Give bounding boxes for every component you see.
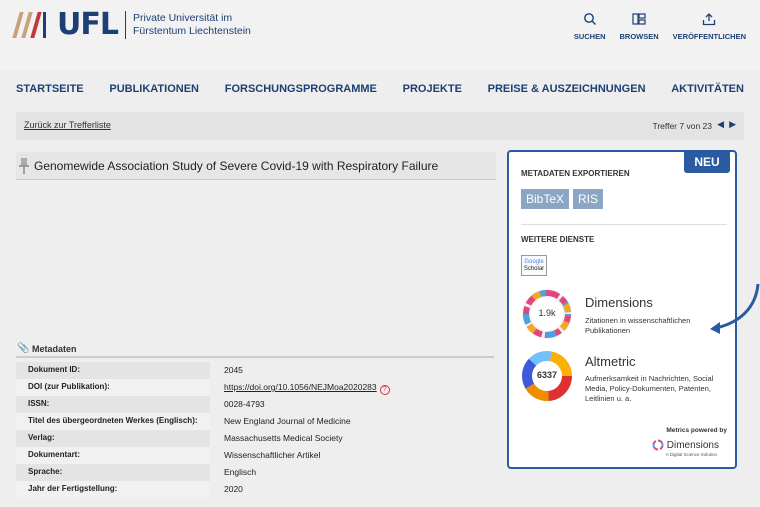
table-row: Sprache: Englisch [16, 464, 494, 481]
university-line2: Fürstentum Liechtenstein [132, 25, 251, 37]
pin-icon [19, 158, 29, 174]
back-to-results-link[interactable]: Zurück zur Trefferliste [24, 120, 111, 130]
dimensions-badge[interactable]: 1.9k [521, 288, 573, 340]
search-label: SUCHEN [573, 32, 606, 41]
logo-slash [43, 12, 46, 38]
ufl-logo[interactable]: UFL Private Universität im Fürstentum Li… [12, 7, 251, 42]
nav-projekte[interactable]: PROJEKTE [403, 80, 462, 98]
document-title: Genomewide Association Study of Severe C… [34, 159, 439, 173]
university-line1: Private Universität im [132, 12, 233, 24]
table-row: Verlag: Massachusetts Medical Society [16, 430, 494, 447]
metadata-key: Sprache: [16, 464, 210, 481]
divider [521, 224, 727, 225]
altmetric-badge[interactable]: 6337 [521, 350, 573, 402]
powered-by-label: Metrics powered by [666, 427, 727, 434]
table-row: Dokumentart: Wissenschaftlicher Artikel [16, 447, 494, 464]
dimensions-logo[interactable]: Dimensions A Digital Science Solution [652, 439, 719, 457]
metadata-heading: 📎 Metadaten [16, 342, 494, 358]
university-name: Private Universität im Fürstentum Liecht… [133, 12, 251, 38]
publish-label: VERÖFFENTLICHEN [672, 32, 746, 41]
table-row: Dokument ID: 2045 [16, 362, 494, 379]
nav-preise[interactable]: PREISE & AUSZEICHNUNGEN [488, 80, 646, 98]
paperclip-icon: 📎 [17, 343, 30, 354]
top-actions: SUCHEN BROWSEN VERÖFFENTLICHEN [574, 12, 746, 41]
metadata-key: ISSN: [16, 396, 210, 413]
new-badge: NEU [684, 151, 730, 173]
browse-icon [632, 13, 646, 25]
table-row: ISSN: 0028-4793 [16, 396, 494, 413]
table-row: Titel des übergeordneten Werkes (Englisc… [16, 413, 494, 430]
ris-button[interactable]: RIS [573, 189, 603, 209]
dimensions-title: Dimensions [585, 295, 653, 310]
upload-icon [703, 13, 716, 26]
metadata-value: https://doi.org/10.1056/NEJMoa2020283? [210, 379, 494, 396]
site-header: UFL Private Universität im Fürstentum Li… [0, 0, 760, 70]
metadata-key: DOI (zur Publikation): [16, 379, 210, 396]
metadata-value: Massachusetts Medical Society [224, 433, 343, 443]
nav-aktivitaeten[interactable]: AKTIVITÄTEN [671, 80, 744, 98]
search-icon [583, 13, 596, 25]
altmetric-title: Altmetric [585, 354, 636, 369]
callout-arrow-icon [710, 283, 760, 334]
prev-result-arrow[interactable]: ◀ [717, 119, 724, 130]
export-heading: METADATEN EXPORTIEREN [521, 169, 630, 178]
main-navigation: STARTSEITE PUBLIKATIONEN FORSCHUNGSPROGR… [0, 80, 760, 98]
logo-divider [124, 11, 126, 39]
metadata-heading-label: Metadaten [32, 344, 77, 354]
altmetric-score: 6337 [536, 370, 558, 380]
scholar-logo-line2: Scholar [523, 266, 545, 272]
table-row: Jahr der Fertigstellung: 2020 [16, 481, 494, 498]
dimensions-logo-icon [652, 439, 664, 451]
hit-counter: Treffer 7 von 23 [652, 121, 712, 131]
nav-startseite[interactable]: STARTSEITE [16, 80, 84, 98]
metadata-key: Jahr der Fertigstellung: [16, 481, 210, 498]
result-navigation-bar: Zurück zur Trefferliste Treffer 7 von 23… [16, 112, 744, 140]
nav-publikationen[interactable]: PUBLIKATIONEN [109, 80, 199, 98]
metadata-value: 2020 [224, 484, 243, 494]
google-scholar-button[interactable]: Google Scholar [521, 255, 547, 276]
metadata-key: Verlag: [16, 430, 210, 447]
document-title-bar: Genomewide Association Study of Severe C… [16, 152, 496, 180]
publish-button[interactable]: VERÖFFENTLICHEN [673, 12, 746, 41]
scholar-logo-line1: Google [524, 259, 544, 265]
browse-button[interactable]: BROWSEN [619, 12, 659, 41]
dimensions-count: 1.9k [538, 308, 556, 318]
table-row: DOI (zur Publikation): https://doi.org/1… [16, 379, 494, 396]
metadata-value: 2045 [224, 365, 243, 375]
metadata-value: New England Journal of Medicine [224, 416, 351, 426]
services-heading: WEITERE DIENSTE [521, 235, 595, 244]
external-link-icon[interactable]: ? [379, 385, 390, 395]
altmetric-desc: Aufmerksamkeit in Nachrichten, Social Me… [585, 374, 714, 403]
search-button[interactable]: SUCHEN [573, 12, 606, 41]
metadata-table: Dokument ID: 2045 DOI (zur Publikation):… [16, 362, 494, 498]
metadata-value: Wissenschaftlicher Artikel [224, 450, 321, 460]
metadata-key: Dokument ID: [16, 362, 210, 379]
metadata-value: 0028-4793 [224, 399, 265, 409]
bibtex-button[interactable]: BibTeX [521, 189, 569, 209]
metadata-key: Dokumentart: [16, 447, 210, 464]
logo-slash [30, 12, 42, 38]
nav-forschungsprogramme[interactable]: FORSCHUNGSPROGRAMME [225, 80, 377, 98]
browse-label: BROWSEN [619, 32, 659, 41]
dimensions-logo-text: Dimensions [666, 439, 719, 451]
metadata-value: Englisch [224, 467, 257, 477]
next-result-arrow[interactable]: ▶ [729, 119, 736, 130]
metadata-key: Titel des übergeordneten Werkes (Englisc… [16, 413, 210, 430]
dimensions-logo-subtitle: A Digital Science Solution [665, 452, 718, 457]
logo-wordmark: UFL [57, 7, 119, 42]
doi-link[interactable]: https://doi.org/10.1056/NEJMoa2020283 [224, 382, 377, 392]
